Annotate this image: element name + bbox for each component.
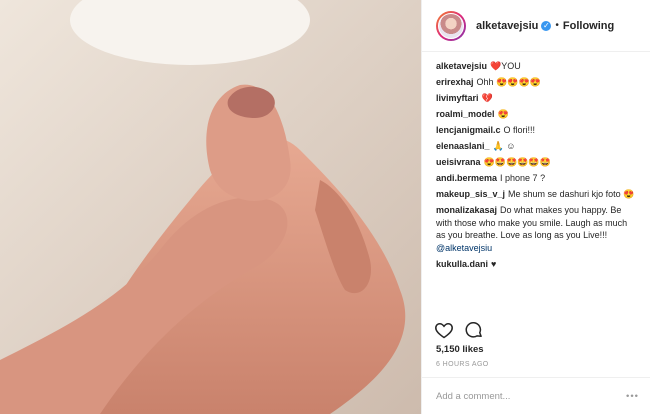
avatar[interactable] [436,10,466,41]
following-button[interactable]: Following [563,20,614,32]
add-comment-bar: Add a comment... ••• [422,377,650,414]
comment-user[interactable]: kukulla.dani [436,259,488,269]
avatar-image [438,12,464,39]
photo-hands-image [0,0,421,414]
header-username[interactable]: alketavejsiu [476,20,538,32]
comment-text: 😍 [497,109,509,119]
comment: roalmi_model 😍 [436,108,638,121]
comment-user[interactable]: roalmi_model [436,109,495,119]
comment-text: ❤️YOU [490,61,521,71]
post-timestamp[interactable]: 6 HOURS AGO [436,361,489,368]
comment-text: Ohh 😍😍😍😍 [476,77,541,87]
comment-user[interactable]: monalizakasaj [436,205,497,215]
comment: monalizakasaj Do what makes you happy. Be… [436,204,638,254]
add-comment-input[interactable]: Add a comment... [436,391,510,402]
comment-user[interactable]: livimyftari [436,93,479,103]
comment: elenaaslani_ 🙏 ☺ [436,140,638,153]
comment-text: O flori!!! [503,125,536,135]
comment-user[interactable]: andi.bermema [436,173,497,183]
comment-user[interactable]: makeup_sis_v_j [436,189,505,199]
comment-user[interactable]: lencjanigmail.c [436,125,501,135]
comment: ueisivrana 😍🤩🤩🤩🤩🤩 [436,156,638,169]
comment-icon[interactable] [464,320,484,340]
more-options-button[interactable]: ••• [626,391,639,402]
comment-text: ♥ [491,258,497,269]
verified-icon: ✓ [541,20,552,31]
comment: lencjanigmail.c O flori!!! [436,124,638,137]
comment: livimyftari 💔 [436,92,638,105]
comment-user[interactable]: elenaaslani_ [436,141,490,151]
comment-text: 😍🤩🤩🤩🤩🤩 [483,157,551,167]
comment-user[interactable]: ueisivrana [436,157,481,167]
comments-list[interactable]: alketavejsiu ❤️YOU erirexhaj Ohh 😍😍😍😍 livi… [422,52,650,308]
comment-text: 💔 [481,93,493,103]
mention-link[interactable]: @alketavejsiu [436,243,492,253]
heart-icon[interactable] [434,320,454,340]
likes-count[interactable]: 5,150 likes [436,344,484,355]
comment-text: I phone 7 ? [500,173,546,183]
header-separator: • [555,20,559,31]
comment: makeup_sis_v_j Me shum se dashuri kjo fot… [436,188,638,201]
comment-user[interactable]: erirexhaj [436,77,474,87]
comment: erirexhaj Ohh 😍😍😍😍 [436,76,638,89]
comment: kukulla.dani ♥ [436,258,638,271]
comment: andi.bermema I phone 7 ? [436,172,638,185]
post-header: alketavejsiu ✓ • Following [422,0,650,52]
comment: alketavejsiu ❤️YOU [436,60,638,73]
comment-user[interactable]: alketavejsiu [436,61,487,71]
comment-text: 🙏 ☺ [492,141,516,151]
post-sidebar: alketavejsiu ✓ • Following alketavejsiu ❤… [421,0,650,414]
post-photo[interactable] [0,0,421,414]
comment-text: Me shum se dashuri kjo foto 😍 [508,189,635,199]
post-viewer: alketavejsiu ✓ • Following alketavejsiu ❤… [0,0,650,414]
post-actions [434,320,484,340]
